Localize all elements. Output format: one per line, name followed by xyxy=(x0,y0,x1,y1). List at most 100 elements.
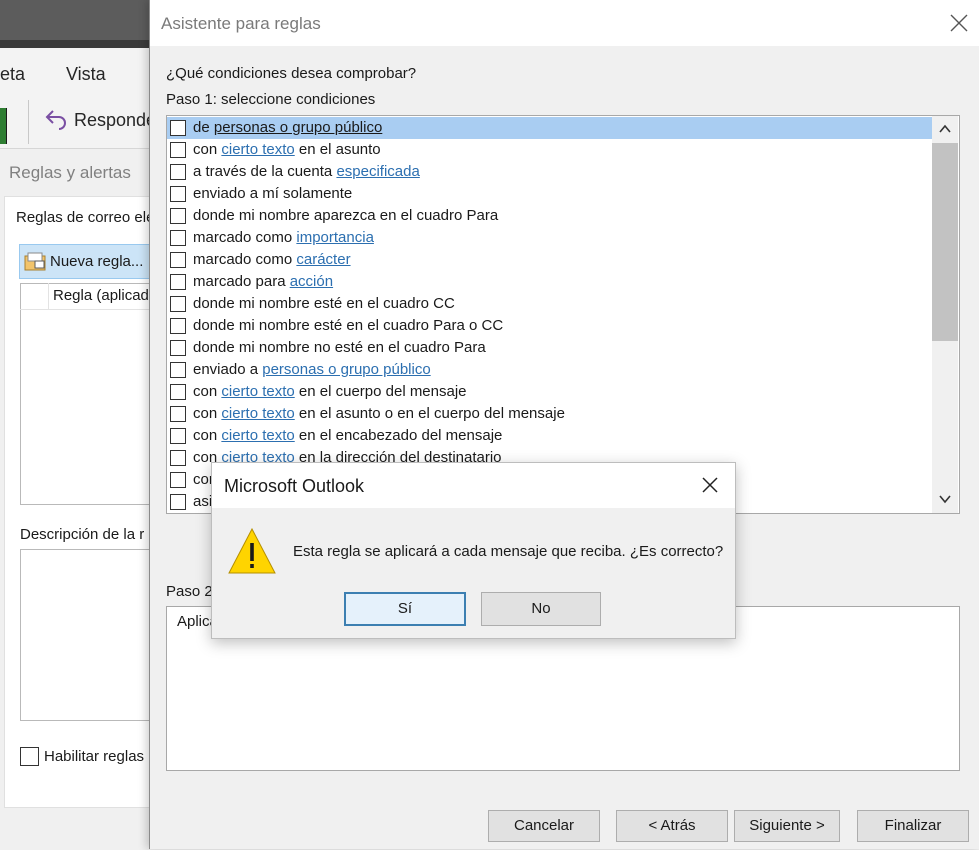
reply-icon[interactable] xyxy=(44,106,68,130)
condition-row[interactable]: con cierto texto en el asunto xyxy=(167,139,933,161)
scroll-down-icon[interactable] xyxy=(936,490,954,508)
confirmation-message-box: Microsoft Outlook Esta regla se aplicará… xyxy=(211,462,736,639)
conditions-list[interactable]: de personas o grupo público con cierto te… xyxy=(166,115,960,514)
message-box-title: Microsoft Outlook xyxy=(224,476,365,496)
condition-row[interactable]: donde mi nombre esté en el cuadro CC xyxy=(167,293,933,315)
no-button[interactable]: No xyxy=(481,592,601,626)
close-icon[interactable] xyxy=(948,12,970,34)
enable-rules-checkbox[interactable] xyxy=(20,747,39,766)
condition-text: marcado como carácter xyxy=(193,251,351,268)
condition-checkbox[interactable] xyxy=(170,494,186,510)
condition-text: con cierto texto en el asunto o en el cu… xyxy=(193,405,565,422)
condition-link[interactable]: especificada xyxy=(336,163,419,180)
condition-text: de personas o grupo público xyxy=(193,119,383,136)
warning-icon xyxy=(228,527,276,574)
condition-row[interactable]: enviado a mí solamente xyxy=(167,183,933,205)
condition-row[interactable]: con cierto texto en el encabezado del me… xyxy=(167,425,933,447)
condition-checkbox[interactable] xyxy=(170,120,186,136)
wizard-title-bar: Asistente para reglas xyxy=(150,0,979,46)
condition-checkbox[interactable] xyxy=(170,362,186,378)
step1-label: Paso 1: seleccione condiciones xyxy=(166,91,376,108)
condition-link[interactable]: acción xyxy=(290,273,333,290)
condition-text: donde mi nombre esté en el cuadro Para o… xyxy=(193,317,504,334)
rule-description-label: Descripción de la r xyxy=(20,526,145,543)
enable-rules-label: Habilitar reglas xyxy=(44,748,145,765)
condition-link[interactable]: personas o grupo público xyxy=(214,119,382,136)
condition-row[interactable]: donde mi nombre no esté en el cuadro Par… xyxy=(167,337,933,359)
condition-checkbox[interactable] xyxy=(170,428,186,444)
reply-button[interactable]: Responde xyxy=(74,110,156,131)
cancel-button[interactable]: Cancelar xyxy=(488,810,600,842)
title-bar-edge xyxy=(0,40,160,48)
condition-checkbox[interactable] xyxy=(170,164,186,180)
condition-link[interactable]: carácter xyxy=(296,251,350,268)
condition-checkbox[interactable] xyxy=(170,296,186,312)
back-button[interactable]: < Atrás xyxy=(616,810,728,842)
condition-checkbox[interactable] xyxy=(170,384,186,400)
menu-carpeta[interactable]: eta xyxy=(0,64,25,85)
condition-text: enviado a mí solamente xyxy=(193,185,353,202)
condition-link[interactable]: cierto texto xyxy=(221,141,294,158)
condition-text: enviado a personas o grupo público xyxy=(193,361,431,378)
message-box-title-bar: Microsoft Outlook xyxy=(212,463,735,508)
condition-checkbox[interactable] xyxy=(170,230,186,246)
condition-text: marcado para acción xyxy=(193,273,334,290)
condition-checkbox[interactable] xyxy=(170,274,186,290)
condition-row[interactable]: con cierto texto en el asunto o en el cu… xyxy=(167,403,933,425)
condition-checkbox[interactable] xyxy=(170,142,186,158)
condition-checkbox[interactable] xyxy=(170,252,186,268)
condition-link[interactable]: cierto texto xyxy=(221,427,294,444)
condition-text: con cierto texto en el encabezado del me… xyxy=(193,427,503,444)
condition-checkbox[interactable] xyxy=(170,208,186,224)
condition-checkbox[interactable] xyxy=(170,472,186,488)
condition-link[interactable]: importancia xyxy=(296,229,374,246)
new-rule-label: Nueva regla... xyxy=(50,253,144,270)
conditions-question: ¿Qué condiciones desea comprobar? xyxy=(166,65,417,82)
condition-row[interactable]: marcado como importancia xyxy=(167,227,933,249)
finish-button[interactable]: Finalizar xyxy=(857,810,969,842)
close-icon[interactable] xyxy=(700,475,720,495)
condition-text: donde mi nombre esté en el cuadro CC xyxy=(193,295,455,312)
condition-link[interactable]: cierto texto xyxy=(221,405,294,422)
condition-text: con cierto texto en el cuerpo del mensaj… xyxy=(193,383,467,400)
message-text: Esta regla se aplicará a cada mensaje qu… xyxy=(293,543,724,560)
condition-checkbox[interactable] xyxy=(170,450,186,466)
condition-link[interactable]: cierto texto xyxy=(221,383,294,400)
step2-label: Paso 2: xyxy=(166,583,217,600)
next-button[interactable]: Siguiente > xyxy=(734,810,840,842)
condition-checkbox[interactable] xyxy=(170,186,186,202)
email-rules-tab[interactable]: Reglas de correo ele xyxy=(16,209,154,226)
condition-row[interactable]: marcado para acción xyxy=(167,271,933,293)
ribbon-separator xyxy=(28,100,29,144)
condition-checkbox[interactable] xyxy=(170,406,186,422)
condition-text: donde mi nombre no esté en el cuadro Par… xyxy=(193,339,486,356)
condition-checkbox[interactable] xyxy=(170,318,186,334)
condition-checkbox[interactable] xyxy=(170,340,186,356)
condition-row[interactable]: donde mi nombre esté en el cuadro Para o… xyxy=(167,315,933,337)
condition-row[interactable]: de personas o grupo público xyxy=(167,117,933,139)
condition-link[interactable]: personas o grupo público xyxy=(262,361,430,378)
condition-text: asi xyxy=(193,493,213,510)
menu-vista[interactable]: Vista xyxy=(66,64,106,85)
wizard-title: Asistente para reglas xyxy=(161,14,321,33)
scroll-up-icon[interactable] xyxy=(936,120,954,138)
yes-button[interactable]: Sí xyxy=(344,592,466,626)
rules-list[interactable] xyxy=(20,283,162,505)
rule-description-box xyxy=(20,549,162,721)
condition-row[interactable]: marcado como carácter xyxy=(167,249,933,271)
conditions-scrollbar[interactable] xyxy=(932,116,958,513)
condition-text: donde mi nombre aparezca en el cuadro Pa… xyxy=(193,207,499,224)
rules-wizard-dialog: Asistente para reglas ¿Qué condiciones d… xyxy=(149,0,979,849)
condition-row[interactable]: donde mi nombre aparezca en el cuadro Pa… xyxy=(167,205,933,227)
scrollbar-thumb[interactable] xyxy=(932,143,958,341)
new-rule-icon xyxy=(24,252,46,271)
condition-row[interactable]: a través de la cuenta especificada xyxy=(167,161,933,183)
rules-dialog-title: Reglas y alertas xyxy=(9,163,131,182)
condition-row[interactable]: enviado a personas o grupo público xyxy=(167,359,933,381)
condition-text: marcado como importancia xyxy=(193,229,374,246)
condition-text: a través de la cuenta especificada xyxy=(193,163,420,180)
condition-text: con cierto texto en el asunto xyxy=(193,141,381,158)
ribbon-green-icon[interactable] xyxy=(0,108,7,144)
rules-column-header[interactable]: Regla (aplicad xyxy=(53,287,149,304)
condition-row[interactable]: con cierto texto en el cuerpo del mensaj… xyxy=(167,381,933,403)
